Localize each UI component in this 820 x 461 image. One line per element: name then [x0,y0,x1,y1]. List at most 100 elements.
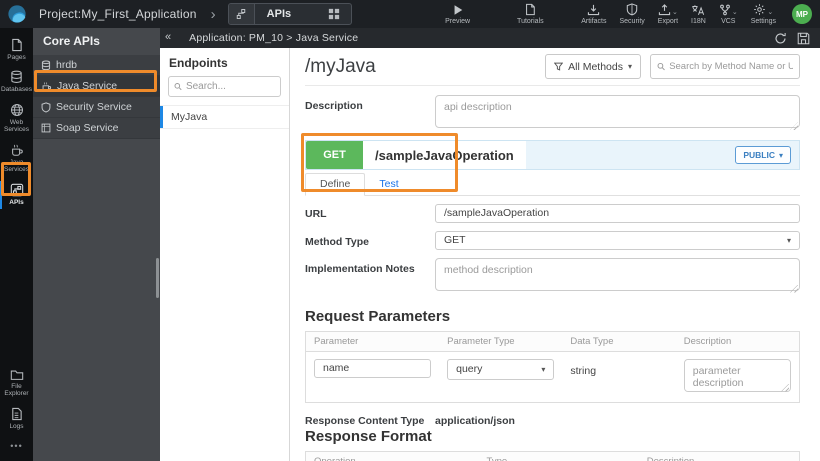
implementation-notes-textarea[interactable] [435,257,800,291]
apis-icon [10,183,23,197]
security-button[interactable]: Security [620,3,645,25]
caret-down-icon: ⌄ [671,8,678,16]
sidebar-item-pages[interactable]: Pages [0,34,33,66]
tab-test[interactable]: Test [365,174,412,195]
database-icon [41,60,51,70]
description-label: Description [305,100,363,112]
tab-define[interactable]: Define [305,173,366,196]
globe-icon [10,103,23,116]
core-apis-panel: Core APIs hrdb Java Service Security Ser… [33,28,160,461]
coffee-icon [42,81,52,91]
method-type-select[interactable]: GET ▾ [435,230,800,250]
document-icon [526,3,536,16]
request-parameter-row: query ▾ string [306,352,799,402]
i18n-label: I18N [691,17,706,25]
soap-icon [41,123,51,133]
workspace: « Application: PM_10 > Java Service Endp… [160,28,820,461]
visibility-dropdown[interactable]: PUBLIC ▾ [735,146,791,164]
url-input[interactable] [435,203,800,223]
parameter-description-textarea[interactable] [683,358,791,392]
col-type: Type [486,455,508,461]
apis-tab[interactable]: APIs [227,3,353,25]
sidebar-item-java-services[interactable]: Java Services [0,139,33,179]
preview-button[interactable]: Preview [445,4,470,25]
vcs-button[interactable]: ⌄ VCS [719,4,738,25]
project-name: Project:My_First_Application [39,7,197,21]
parameter-type-select[interactable]: query ▾ [447,358,555,380]
response-content-type-label: Response Content Type [305,414,425,427]
shield-icon [41,101,51,113]
artifacts-label: Artifacts [581,17,607,25]
sidebar-item-databases[interactable]: Databases [0,66,33,98]
parameter-name-input[interactable] [314,358,432,378]
parameter-data-type: string [570,364,597,377]
method-type-label: Method Type [305,235,369,248]
export-button[interactable]: ⌄ Export [658,3,678,25]
logs-icon [12,407,22,420]
i18n-button[interactable]: I18N [691,4,706,25]
sidebar-item-apis[interactable]: APIs [0,179,33,211]
tutorials-label: Tutorials [517,18,544,25]
endpoints-title: Endpoints [169,56,228,70]
method-search[interactable] [650,54,800,79]
security-label: Security [619,18,645,25]
method-search-input[interactable] [669,61,793,72]
scrollbar-thumb[interactable] [156,258,159,298]
sidebar-item-logs[interactable]: Logs [0,403,33,435]
pages-icon [12,38,22,52]
col-parameter: Parameter [314,335,359,347]
filter-icon [554,62,564,71]
col-description: Description [646,455,695,461]
settings-button[interactable]: ⌄ Settings [751,3,776,25]
core-api-item-java-service[interactable]: Java Service [33,76,160,97]
caret-down-icon: ⌄ [731,8,738,16]
core-api-item-hrdb[interactable]: hrdb [33,55,160,76]
topbar-actions: Artifacts Security ⌄ Export I18N ⌄ VCS ⌄… [581,3,820,25]
more-menu-button[interactable]: ••• [0,435,33,457]
sidebar-item-file-explorer[interactable]: File Explorer [0,365,33,403]
response-format-title: Response Format [305,427,432,445]
artifacts-button[interactable]: Artifacts [581,4,607,25]
caret-down-icon: ▾ [541,364,546,374]
core-api-item-security-service[interactable]: Security Service [33,97,160,118]
save-button[interactable] [797,32,810,45]
wavemaker-logo-icon[interactable] [0,4,33,24]
gear-icon [754,4,766,15]
endpoint-item-myjava[interactable]: MyJava [160,105,289,129]
caret-down-icon: ▾ [778,150,783,160]
refresh-button[interactable] [774,32,787,45]
caret-down-icon: ▾ [786,235,791,245]
endpoints-search[interactable] [168,76,281,97]
apis-tab-label: APIs [266,8,292,20]
breadcrumb: Application: PM_10 > Java Service [189,32,359,44]
activity-bar-bottom: File Explorer Logs ••• [0,365,33,461]
sidebar-item-web-services[interactable]: Web Services [0,99,33,139]
endpoints-search-input[interactable] [185,81,275,92]
active-indicator [0,180,2,210]
col-operation: Operation [314,455,356,461]
caret-down-icon: ⌄ [767,9,774,16]
chevron-right-icon: › [210,5,216,23]
response-format-table: Operation Type Description sampleJavaOpe… [305,450,800,461]
service-header: /myJava All Methods ▾ [305,48,800,86]
topbar: Project:My_First_Application › APIs Prev… [0,0,820,28]
app-window: Project:My_First_Application › APIs Prev… [0,0,820,461]
url-label: URL [305,208,327,220]
description-textarea[interactable] [435,95,800,128]
methods-filter-dropdown[interactable]: All Methods ▾ [545,54,641,79]
response-content-type-value: application/json [435,414,515,427]
branch-icon [719,4,730,15]
tutorials-button[interactable]: Tutorials [517,3,544,25]
grid-icon[interactable] [325,8,351,20]
coffee-icon [11,144,23,156]
user-avatar[interactable]: MP [792,4,812,24]
caret-down-icon: ▾ [627,62,632,71]
core-api-item-soap-service[interactable]: Soap Service [33,118,160,139]
operation-header[interactable]: GET /sampleJavaOperation PUBLIC ▾ [305,140,800,170]
search-icon [174,83,182,91]
operation-path: /sampleJavaOperation [363,141,526,169]
method-badge[interactable]: GET [306,141,363,169]
core-apis-title: Core APIs [43,34,100,48]
collapse-panel-icon[interactable]: « [160,31,177,45]
download-icon [588,4,600,15]
